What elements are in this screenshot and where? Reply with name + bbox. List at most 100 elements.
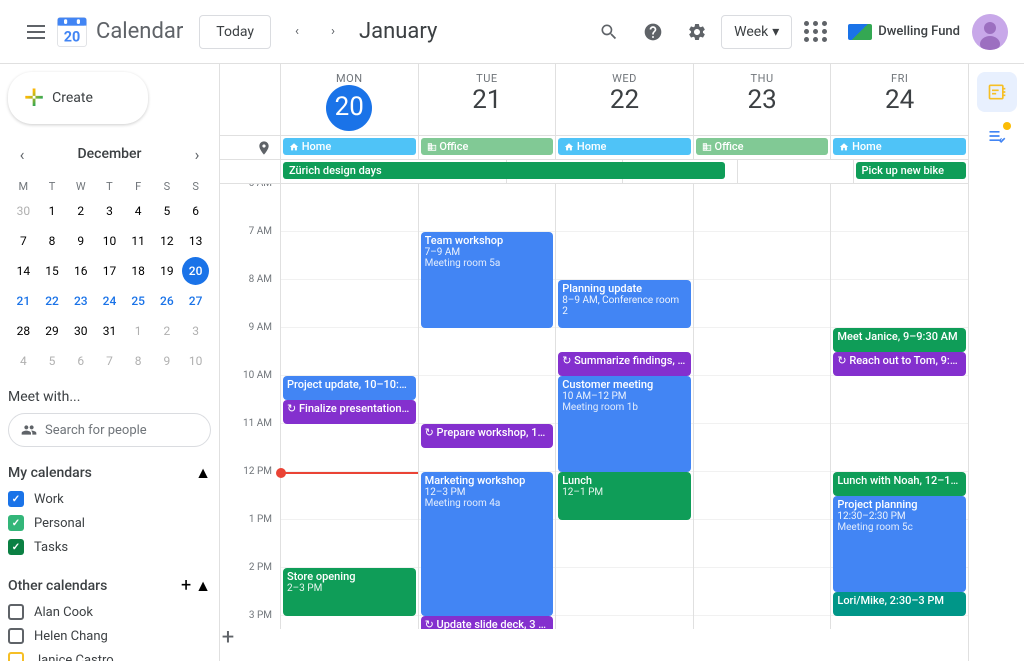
location-event-thu[interactable]: Office [696, 138, 829, 155]
now-line [281, 472, 418, 474]
today-button[interactable]: Today [199, 15, 271, 49]
help-icon [643, 22, 663, 42]
mini-cal-day[interactable]: 5 [154, 197, 181, 225]
event-meet-janice[interactable]: Meet Janice, 9–9:30 AM [833, 328, 966, 352]
event-customer-meeting[interactable]: Customer meeting 10 AM–12 PM Meeting roo… [558, 376, 691, 472]
mini-cal-day[interactable]: 10 [182, 347, 209, 375]
event-lunch-wed[interactable]: Lunch 12–1 PM [558, 472, 691, 520]
mini-cal-day[interactable]: 23 [67, 287, 94, 315]
mini-cal-day[interactable]: 7 [96, 347, 123, 375]
mini-cal-day[interactable]: 4 [125, 197, 152, 225]
event-store-opening[interactable]: Store opening 2–3 PM [283, 568, 416, 616]
mini-cal-day[interactable]: 3 [96, 197, 123, 225]
event-project-update[interactable]: Project update, 10–10:30 A [283, 376, 416, 400]
mini-cal-day[interactable]: 16 [67, 257, 94, 285]
next-button[interactable]: › [315, 14, 351, 50]
settings-button[interactable] [677, 12, 717, 52]
apps-button[interactable] [796, 12, 836, 52]
event-planning-update[interactable]: Planning update 8–9 AM, Conference room … [558, 280, 691, 328]
mini-cal-day[interactable]: 30 [67, 317, 94, 345]
user-avatar[interactable] [972, 14, 1008, 50]
event-summarize-findings[interactable]: ↻ Summarize findings, 9:30 [558, 352, 691, 376]
mini-cal-day[interactable]: 14 [10, 257, 37, 285]
mini-cal-day[interactable]: 2 [67, 197, 94, 225]
other-calendars-header[interactable]: Other calendars + ▲ [8, 571, 211, 600]
mini-cal-day[interactable]: 6 [182, 197, 209, 225]
mini-cal-day[interactable]: 3 [182, 317, 209, 345]
event-prepare-workshop[interactable]: ↻ Prepare workshop, 11 AM [421, 424, 554, 448]
mini-cal-day[interactable]: 9 [67, 227, 94, 255]
work-label: Work [34, 492, 64, 507]
day-num-wed: 22 [556, 85, 693, 116]
mini-cal-day[interactable]: 18 [125, 257, 152, 285]
help-button[interactable] [633, 12, 673, 52]
mini-cal-day[interactable]: 24 [96, 287, 123, 315]
mini-cal-day[interactable]: 25 [125, 287, 152, 315]
add-other-calendar-icon[interactable]: + [181, 575, 191, 596]
now-dot [276, 468, 286, 478]
event-update-slide-deck[interactable]: ↻ Update slide deck, 3 PM [421, 616, 554, 629]
search-button[interactable] [589, 12, 629, 52]
event-team-workshop[interactable]: Team workshop 7–9 AM Meeting room 5a [421, 232, 554, 328]
event-lunch-noah[interactable]: Lunch with Noah, 12–12:30 [833, 472, 966, 496]
mini-cal-day[interactable]: 1 [125, 317, 152, 345]
mini-cal-day[interactable]: 1 [39, 197, 66, 225]
mini-cal-day[interactable]: 22 [39, 287, 66, 315]
mini-cal-day[interactable]: 30 [10, 197, 37, 225]
people-search-icon [21, 422, 37, 438]
menu-button[interactable] [16, 12, 56, 52]
right-icon-notes[interactable] [977, 116, 1017, 156]
mini-cal-day[interactable]: 28 [10, 317, 37, 345]
mini-cal-day[interactable]: 4 [10, 347, 37, 375]
mini-cal-day[interactable]: 17 [96, 257, 123, 285]
mini-cal-prev[interactable]: ‹ [8, 140, 36, 168]
time-label-6am: 6 AM [220, 184, 280, 232]
pickup-bike-event[interactable]: Pick up new bike [856, 162, 967, 179]
mini-cal-day[interactable]: 21 [10, 287, 37, 315]
mini-cal-day[interactable]: 7 [10, 227, 37, 255]
mini-cal-day[interactable]: 5 [39, 347, 66, 375]
avatar-image [972, 14, 1008, 50]
mini-cal-day[interactable]: 27 [182, 287, 209, 315]
event-reach-out-tom[interactable]: ↻ Reach out to Tom, 9:30 A [833, 352, 966, 376]
mini-cal-day[interactable]: 20 [182, 257, 209, 285]
location-event-mon[interactable]: Home [283, 138, 416, 155]
view-selector[interactable]: Week ▾ [721, 15, 792, 49]
right-icon-tasks[interactable] [977, 72, 1017, 112]
location-event-wed[interactable]: Home [558, 138, 691, 155]
cal-item-alan[interactable]: Alan Cook [8, 600, 211, 624]
location-tue: Office [418, 136, 556, 159]
mini-cal-next[interactable]: › [183, 140, 211, 168]
mini-cal-day[interactable]: 11 [125, 227, 152, 255]
mini-cal-day[interactable]: 12 [154, 227, 181, 255]
mini-cal-day[interactable]: 9 [154, 347, 181, 375]
mini-cal-day[interactable]: 2 [154, 317, 181, 345]
my-calendars-header[interactable]: My calendars ▲ [8, 459, 211, 487]
location-event-fri[interactable]: Home [833, 138, 966, 155]
mini-cal-day[interactable]: 15 [39, 257, 66, 285]
cal-item-janice[interactable]: Janice Castro [8, 648, 211, 661]
zurich-event[interactable]: Zürich design days [283, 162, 725, 179]
event-lori-mike[interactable]: Lori/Mike, 2:30–3 PM [833, 592, 966, 616]
event-marketing-workshop[interactable]: Marketing workshop 12–3 PM Meeting room … [421, 472, 554, 616]
location-event-tue[interactable]: Office [421, 138, 554, 155]
mini-cal-day[interactable]: 29 [39, 317, 66, 345]
mini-cal-day[interactable]: 19 [154, 257, 181, 285]
cal-item-tasks[interactable]: ✓ Tasks [8, 535, 211, 559]
mini-cal-day[interactable]: 10 [96, 227, 123, 255]
cal-item-personal[interactable]: ✓ Personal [8, 511, 211, 535]
mini-cal-day[interactable]: 13 [182, 227, 209, 255]
mini-cal-day[interactable]: 26 [154, 287, 181, 315]
create-button[interactable]: ✛ Create [8, 72, 148, 124]
mini-cal-day[interactable]: 8 [125, 347, 152, 375]
event-finalize-presentation[interactable]: ↻ Finalize presentation, 10 [283, 400, 416, 424]
mini-cal-day[interactable]: 6 [67, 347, 94, 375]
cal-item-helen[interactable]: Helen Chang [8, 624, 211, 648]
day-column-mon: Project update, 10–10:30 A ↻ Finalize pr… [280, 184, 418, 629]
search-people[interactable]: Search for people [8, 413, 211, 447]
event-project-planning[interactable]: Project planning 12:30–2:30 PM Meeting r… [833, 496, 966, 592]
prev-button[interactable]: ‹ [279, 14, 315, 50]
mini-cal-day[interactable]: 8 [39, 227, 66, 255]
mini-cal-day[interactable]: 31 [96, 317, 123, 345]
cal-item-work[interactable]: ✓ Work [8, 487, 211, 511]
